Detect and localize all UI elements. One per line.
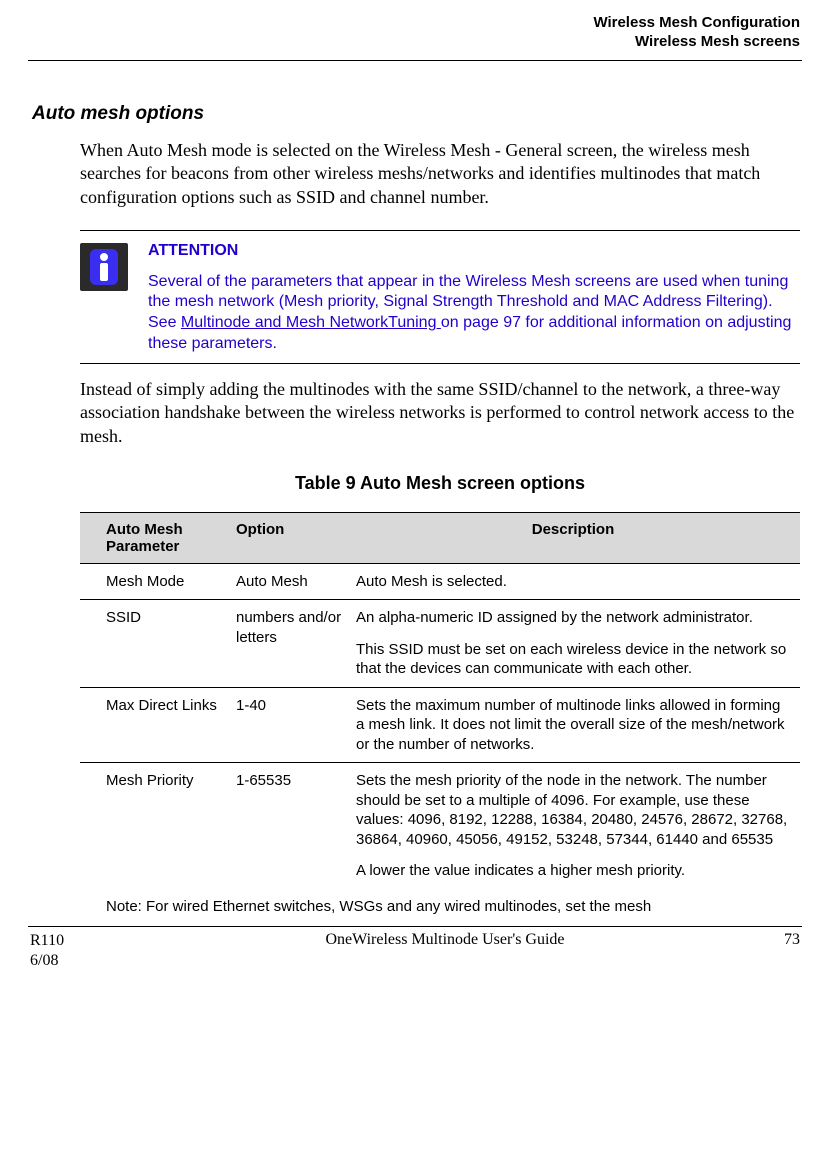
second-paragraph: Instead of simply adding the multinodes … bbox=[0, 364, 830, 449]
header-line1: Wireless Mesh Configuration bbox=[30, 14, 800, 33]
th-parameter: Auto Mesh Parameter bbox=[80, 512, 230, 563]
cell-desc-p1: An alpha-numeric ID assigned by the netw… bbox=[356, 608, 792, 628]
table-row: Mesh Mode Auto Mesh Auto Mesh is selecte… bbox=[80, 563, 800, 600]
attention-content: ATTENTION Several of the parameters that… bbox=[148, 241, 800, 355]
cell-param: Mesh Mode bbox=[80, 563, 230, 600]
cell-desc-p2: A lower the value indicates a higher mes… bbox=[356, 861, 792, 881]
attention-title: ATTENTION bbox=[148, 241, 800, 262]
attention-box: ATTENTION Several of the parameters that… bbox=[80, 230, 800, 364]
attention-link[interactable]: Multinode and Mesh NetworkTuning bbox=[181, 314, 441, 331]
cell-param: Max Direct Links bbox=[80, 687, 230, 763]
cell-desc: Sets the maximum number of multinode lin… bbox=[350, 687, 800, 763]
footer-date: 6/08 bbox=[30, 951, 150, 971]
intro-paragraph: When Auto Mesh mode is selected on the W… bbox=[0, 125, 830, 210]
cell-param: SSID bbox=[80, 600, 230, 688]
info-icon-svg bbox=[88, 247, 120, 287]
cell-option: numbers and/or letters bbox=[230, 600, 350, 688]
cell-desc-p2: This SSID must be set on each wireless d… bbox=[356, 640, 792, 679]
table-note: Note: For wired Ethernet switches, WSGs … bbox=[0, 889, 830, 917]
cell-desc: Sets the mesh priority of the node in th… bbox=[350, 763, 800, 889]
options-table: Auto Mesh Parameter Option Description M… bbox=[80, 512, 800, 889]
cell-option: Auto Mesh bbox=[230, 563, 350, 600]
info-icon bbox=[80, 243, 128, 291]
table-row: Mesh Priority 1-65535 Sets the mesh prio… bbox=[80, 763, 800, 889]
table-row: SSID numbers and/or letters An alpha-num… bbox=[80, 600, 800, 688]
th-description: Description bbox=[350, 512, 800, 563]
page-footer: R110 6/08 OneWireless Multinode User's G… bbox=[0, 927, 830, 971]
section-heading: Auto mesh options bbox=[0, 61, 830, 125]
table-caption: Table 9 Auto Mesh screen options bbox=[0, 449, 830, 494]
cell-desc: An alpha-numeric ID assigned by the netw… bbox=[350, 600, 800, 688]
attention-body: Several of the parameters that appear in… bbox=[148, 272, 800, 355]
cell-desc-p1: Sets the mesh priority of the node in th… bbox=[356, 771, 792, 849]
footer-pagenum: 73 bbox=[740, 931, 800, 971]
page-header: Wireless Mesh Configuration Wireless Mes… bbox=[0, 0, 830, 58]
cell-desc-p1: Auto Mesh is selected. bbox=[356, 572, 792, 592]
cell-desc: Auto Mesh is selected. bbox=[350, 563, 800, 600]
th-option: Option bbox=[230, 512, 350, 563]
table-header-row: Auto Mesh Parameter Option Description bbox=[80, 512, 800, 563]
cell-option: 1-65535 bbox=[230, 763, 350, 889]
cell-param: Mesh Priority bbox=[80, 763, 230, 889]
header-line2: Wireless Mesh screens bbox=[30, 33, 800, 52]
footer-left: R110 6/08 bbox=[30, 931, 150, 971]
cell-option: 1-40 bbox=[230, 687, 350, 763]
footer-rev: R110 bbox=[30, 931, 150, 951]
footer-center: OneWireless Multinode User's Guide bbox=[150, 931, 740, 971]
table-row: Max Direct Links 1-40 Sets the maximum n… bbox=[80, 687, 800, 763]
cell-desc-p1: Sets the maximum number of multinode lin… bbox=[356, 696, 792, 755]
